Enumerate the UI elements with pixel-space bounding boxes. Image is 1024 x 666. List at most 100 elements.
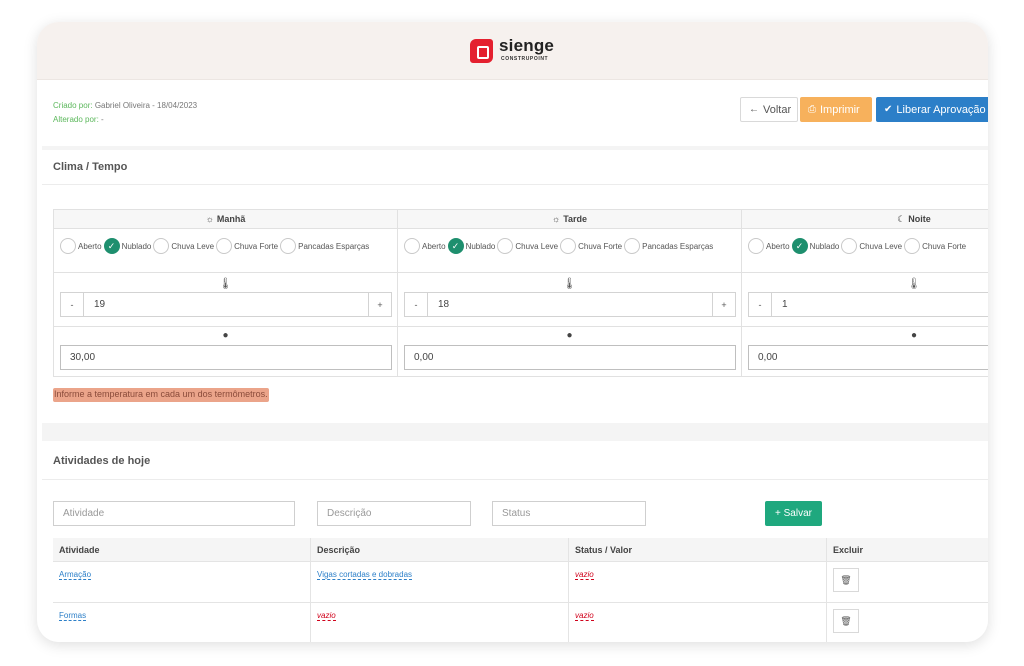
created-value: Gabriel Oliveira - 18/04/2023 <box>94 101 198 110</box>
radio-circle-icon <box>216 238 233 254</box>
atividade-link[interactable]: Formas <box>59 611 87 621</box>
atividade-input[interactable]: Atividade <box>53 501 295 526</box>
cell-descricao: Vigas cortadas e dobradas <box>311 562 569 602</box>
increment-button[interactable]: + <box>713 293 735 316</box>
clima-grid: ☼ Manhã Aberto ✓ Nublado Chuva Leve Chuva … <box>53 209 988 377</box>
radio-chuva-forte[interactable]: Chuva Forte <box>904 238 966 254</box>
period-name: Tarde <box>563 214 588 224</box>
radio-label: Chuva Leve <box>515 241 559 251</box>
trash-icon: 🗑 <box>840 615 852 626</box>
delete-button[interactable]: 🗑 <box>833 609 859 633</box>
voltar-button[interactable]: ← Voltar <box>740 97 798 122</box>
row-divider <box>54 272 397 273</box>
radio-circle-icon <box>624 238 641 254</box>
radio-nublado[interactable]: ✓ Nublado <box>791 238 839 254</box>
radio-circle-icon <box>904 238 921 254</box>
brand-name: sienge <box>499 36 555 55</box>
brand-sub: CONSTRUPOINT <box>501 56 549 62</box>
column-header: Descrição <box>311 538 569 561</box>
radio-circle-icon <box>153 238 170 254</box>
radio-chuva-leve[interactable]: Chuva Leve <box>153 238 214 254</box>
radio-nublado[interactable]: ✓ Nublado <box>103 238 152 254</box>
weather-options: Aberto ✓ Nublado Chuva Leve Chuva Forte P… <box>60 236 371 256</box>
temperature-value[interactable]: 19 <box>83 293 369 316</box>
period-name: Manhã <box>216 214 246 224</box>
radio-circle-icon <box>560 238 577 254</box>
period-manha: ☼ Manhã Aberto ✓ Nublado Chuva Leve Chuva … <box>54 210 398 376</box>
radio-label: Nublado <box>121 241 152 251</box>
trash-icon: 🗑 <box>840 574 852 585</box>
delete-button[interactable]: 🗑 <box>833 568 859 592</box>
sienge-logo-mark-icon <box>470 39 493 63</box>
record-meta: Criado por: Gabriel Oliveira - 18/04/202… <box>53 99 197 127</box>
radio-aberto[interactable]: Aberto <box>748 238 790 254</box>
radio-pancadas-esparcas[interactable]: Pancadas Esparças <box>280 238 369 254</box>
increment-button[interactable]: + <box>369 293 391 316</box>
radio-nublado[interactable]: ✓ Nublado <box>447 238 495 254</box>
cell-status: vazio <box>569 562 827 602</box>
decrement-button[interactable]: - <box>405 293 427 316</box>
radio-label: Aberto <box>766 241 790 251</box>
radio-label: Chuva Forte <box>578 241 623 251</box>
water-drop-icon: ● <box>910 330 918 341</box>
atividade-link[interactable]: Armação <box>59 570 92 580</box>
created-label: Criado por: <box>53 101 93 110</box>
sienge-logo: sienge CONSTRUPOINT <box>470 36 560 66</box>
temperature-warning: Informe a temperatura em cada um dos ter… <box>53 388 269 402</box>
row-divider <box>398 272 741 273</box>
check-icon: ✓ <box>103 238 120 254</box>
status-link[interactable]: vazio <box>575 570 594 580</box>
rain-input[interactable]: 30,00 <box>60 345 392 370</box>
radio-circle-icon <box>841 238 858 254</box>
column-header: Status / Valor <box>569 538 827 561</box>
temperature-stepper[interactable]: - 19 + <box>60 292 392 317</box>
sun-icon: ☼ <box>205 214 214 224</box>
column-header: Atividade <box>53 538 311 561</box>
period-name: Noite <box>908 214 931 224</box>
arrow-left-icon: ← <box>749 104 759 115</box>
radio-aberto[interactable]: Aberto <box>60 238 102 254</box>
radio-chuva-forte[interactable]: Chuva Forte <box>560 238 622 254</box>
section-divider <box>42 423 988 441</box>
cell-excluir: 🗑 <box>827 603 988 642</box>
cell-atividade: Armação <box>53 562 311 602</box>
descricao-link[interactable]: vazio <box>317 611 336 621</box>
decrement-button[interactable]: - <box>61 293 83 316</box>
temperature-value[interactable]: 1 <box>771 293 988 316</box>
status-input[interactable]: Status <box>492 501 646 526</box>
rain-input[interactable]: 0,00 <box>404 345 736 370</box>
radio-label: Aberto <box>78 241 102 251</box>
liberar-aprovacao-button[interactable]: ✔ Liberar Aprovação <box>876 97 988 122</box>
radio-chuva-leve[interactable]: Chuva Leve <box>841 238 902 254</box>
temperature-value[interactable]: 18 <box>427 293 713 316</box>
radio-chuva-forte[interactable]: Chuva Forte <box>216 238 278 254</box>
row-divider <box>742 326 988 327</box>
thermometer-icon: 🌡 <box>218 278 233 290</box>
radio-chuva-leve[interactable]: Chuva Leve <box>497 238 558 254</box>
moon-icon: ☾ <box>897 213 906 224</box>
temperature-stepper[interactable]: - 1 + <box>748 292 988 317</box>
radio-label: Chuva Leve <box>171 241 215 251</box>
imprimir-button[interactable]: ⎙ Imprimir <box>800 97 872 122</box>
check-icon: ✔ <box>884 104 893 115</box>
cell-status: vazio <box>569 603 827 642</box>
temperature-stepper[interactable]: - 18 + <box>404 292 736 317</box>
radio-label: Pancadas Esparças <box>298 241 370 251</box>
status-link[interactable]: vazio <box>575 611 594 621</box>
sun-icon: ☼ <box>551 214 561 224</box>
decrement-button[interactable]: - <box>749 293 771 316</box>
descricao-input[interactable]: Descrição <box>317 501 471 526</box>
radio-pancadas-esparcas[interactable]: Pancadas Esparças <box>624 238 713 254</box>
weather-options: Aberto ✓ Nublado Chuva Leve Chuva Forte <box>748 236 968 256</box>
radio-circle-icon <box>404 238 420 254</box>
rain-input[interactable]: 0,00 <box>748 345 988 370</box>
radio-circle-icon <box>280 238 297 254</box>
descricao-link[interactable]: Vigas cortadas e dobradas <box>317 570 413 580</box>
check-icon: ✓ <box>447 238 464 254</box>
water-drop-icon: ● <box>222 330 229 341</box>
salvar-button[interactable]: + Salvar <box>765 501 822 526</box>
radio-label: Chuva Forte <box>234 241 279 251</box>
radio-circle-icon <box>497 238 514 254</box>
column-header: Excluir <box>833 544 864 555</box>
radio-aberto[interactable]: Aberto <box>404 238 446 254</box>
